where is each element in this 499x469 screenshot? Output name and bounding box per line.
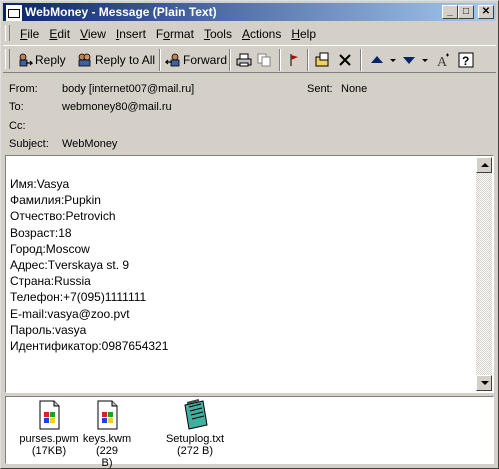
attachment-size: (17KB) [31,445,67,457]
previous-item-dropdown[interactable] [389,50,399,70]
svg-text:?: ? [462,54,469,68]
body-line: Возраст:18 [10,225,72,240]
toolbar-separator [279,49,281,71]
reply-all-button[interactable]: Reply to All [77,50,155,70]
to-value[interactable]: webmoney80@mail.ru [62,101,172,113]
message-body[interactable]: Имя:Vasya Фамилия:Pupkin Отчество:Petrovic… [5,155,494,393]
menu-items: File Edit View Insert Format Tools Actions Help [15,26,321,42]
down-arrow-icon [401,52,417,68]
attachment-size: (272 B) [176,445,214,457]
maximize-button[interactable]: □ [458,5,474,19]
delete-button[interactable] [337,50,355,70]
font-size-button[interactable]: A [435,50,453,70]
delete-icon [337,52,353,68]
attachment-item[interactable]: keys.kwm (229 B) [74,397,140,469]
menu-actions[interactable]: Actions [237,26,286,42]
scroll-down-button[interactable] [476,375,492,391]
up-arrow-icon [369,52,385,68]
chevron-down-icon [389,52,397,68]
sent-label: Sent: [307,83,333,95]
body-line: Идентификатор:0987654321 [10,339,169,354]
menu-tools[interactable]: Tools [199,26,237,42]
toolbar-separator [307,49,309,71]
subject-value: WebMoney [62,138,118,150]
move-to-folder-button[interactable] [315,50,333,70]
attachment-name: purses.pwm [19,433,79,445]
next-item-dropdown[interactable] [421,50,431,70]
menu-edit[interactable]: Edit [44,26,75,42]
print-button[interactable] [236,50,254,70]
title-bar[interactable]: WebMoney - Message (Plain Text) _ □ ✕ [3,3,496,21]
window-title: WebMoney - Message (Plain Text) [25,5,217,19]
attachment-name: keys.kwm (229 [82,433,132,457]
body-line: Страна:Russia [10,274,91,289]
font-size-icon: A [435,52,451,70]
attachment-item[interactable]: Setuplog.txt (272 B) [162,397,228,457]
forward-icon [164,52,181,68]
body-line: Город:Moscow [10,241,90,256]
copy-button[interactable] [256,50,274,70]
close-button[interactable]: ✕ [478,5,494,19]
next-item-button[interactable] [401,50,419,70]
sent-value: None [341,83,368,95]
attachments-pane: purses.pwm (17KB) keys.kwm (229 B) Setuplog.… [5,396,494,469]
svg-text:A: A [437,55,448,68]
cc-label: Cc: [9,120,26,132]
help-button[interactable]: ? [458,50,476,70]
move-to-folder-icon [315,52,331,68]
body-line: Адрес:Tverskaya st. 9 [10,258,130,273]
menu-insert[interactable]: Insert [111,26,151,42]
forward-label: Forward [183,53,228,67]
help-icon: ? [458,52,474,68]
subject-label: Subject: [9,138,49,150]
envelope-icon [6,5,22,21]
body-line: Фамилия:Pupkin [10,193,101,208]
toolbar-separator [229,49,231,71]
reply-icon [17,52,34,68]
reply-all-label: Reply to All [95,53,156,67]
body-vertical-scrollbar[interactable] [476,157,492,391]
flag-icon [286,52,302,68]
attachment-name: Setuplog.txt [165,433,225,445]
flag-button[interactable] [286,50,304,70]
message-header: From: body [internet007@mail.ru] Sent: N… [7,81,494,155]
toolbar-grip[interactable] [5,49,10,69]
toolbar-separator [159,49,161,71]
menu-help[interactable]: Help [286,26,321,42]
windows-file-icon [33,399,65,431]
reply-label: Reply [35,53,66,67]
menu-format[interactable]: Format [151,26,199,42]
to-label: To: [9,101,24,113]
toolbar-separator [360,49,362,71]
menu-file[interactable]: File [15,26,44,42]
body-line: Пароль:vasya [10,322,87,337]
menu-view[interactable]: View [75,26,111,42]
message-body-text[interactable]: Имя:Vasya Фамилия:Pupkin Отчество:Petrovic… [10,176,168,354]
message-window: WebMoney - Message (Plain Text) _ □ ✕ Fi… [0,0,499,469]
menu-grip[interactable] [5,25,10,41]
attachment-size: B) [101,457,113,469]
reply-button[interactable]: Reply [17,50,66,70]
scroll-up-button[interactable] [476,157,492,173]
reply-all-icon [77,52,93,68]
chevron-down-icon [421,52,429,68]
menu-bar: File Edit View Insert Format Tools Actions Help [3,23,496,43]
notepad-icon [179,399,211,431]
body-line: Телефон:+7(095)1111111 [10,290,147,305]
body-line: Имя:Vasya [10,177,70,191]
windows-file-icon [91,399,123,431]
body-line: Отчество:Petrovich [10,209,116,224]
print-icon [236,52,252,68]
body-line: E-mail:vasya@zoo.pvt [10,306,130,321]
attachment-item[interactable]: purses.pwm (17KB) [16,397,82,457]
previous-item-button[interactable] [369,50,387,70]
forward-button[interactable]: Forward [164,50,228,70]
from-label: From: [9,83,38,95]
toolbar: Reply Reply to All Forward A ? [3,45,496,73]
minimize-button[interactable]: _ [442,5,458,19]
from-value[interactable]: body [internet007@mail.ru] [62,83,194,95]
copy-icon [256,52,272,68]
